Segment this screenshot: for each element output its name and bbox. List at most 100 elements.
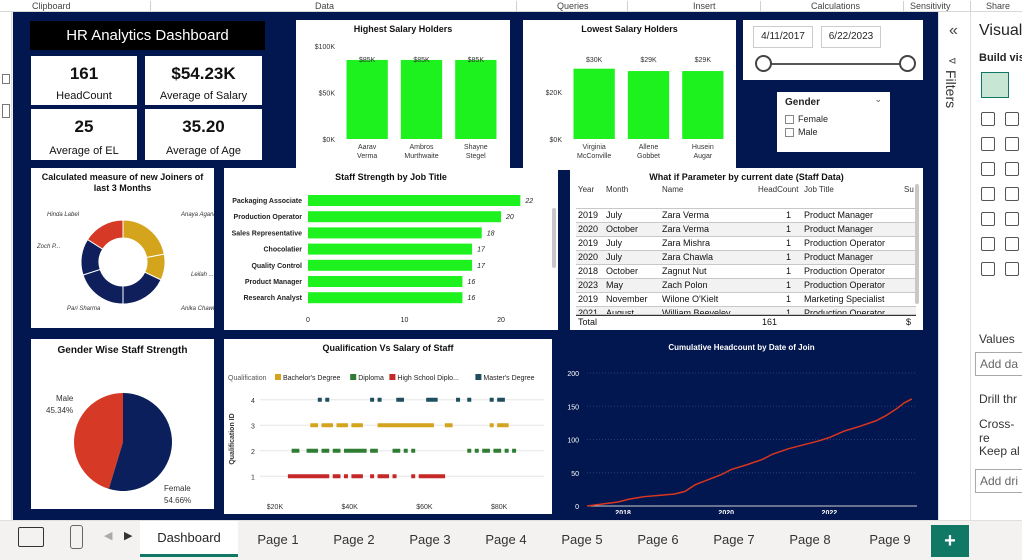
checkbox[interactable] (785, 114, 794, 124)
start-date-handle[interactable] (755, 55, 772, 72)
highest-salary-chart[interactable]: Highest Salary Holders $0K $50K $100K $85K A… (296, 20, 510, 170)
scatter-point (306, 474, 311, 479)
add-drill-field[interactable]: Add dri (975, 469, 1022, 493)
filters-pane[interactable]: « ⊲ Filters (938, 12, 970, 520)
filters-label[interactable]: Filters (943, 70, 959, 108)
column-header[interactable]: Month (606, 183, 628, 197)
table-row[interactable]: 2019 July Zara Verma 1 Product Manager (576, 209, 916, 223)
scatter-point (377, 423, 382, 428)
next-page-icon[interactable]: ▶ (124, 529, 132, 542)
table-cell: Production Operator (804, 308, 886, 315)
cumulative-headcount-chart[interactable]: Cumulative Headcount by Date of Join 0 50… (559, 339, 924, 517)
area-chart-icon[interactable] (1005, 137, 1019, 151)
scatter-point (429, 397, 434, 402)
x-tick-label: $80K (491, 504, 508, 511)
bar (308, 227, 482, 239)
end-date-handle[interactable] (899, 55, 916, 72)
table-cell: Production Operator (804, 266, 886, 276)
lowest-salary-chart[interactable]: Lowest Salary Holders $0K $20K $30K Virgini… (523, 20, 736, 170)
page-tab[interactable]: Dashboard (140, 521, 238, 557)
clustered-bar-icon[interactable] (1005, 112, 1019, 126)
slicer-option-male[interactable]: Male (785, 127, 818, 137)
scatter-point (422, 423, 427, 428)
column-chart-icon[interactable] (981, 162, 995, 176)
gender-pie-chart[interactable]: Gender Wise Staff Strength Male 45.34% Fem… (31, 339, 214, 509)
category-label: McConville (577, 153, 611, 160)
page-tab[interactable]: Page 8 (772, 521, 848, 557)
cross-report-label[interactable]: Cross-re (979, 417, 1022, 445)
kpi-card-average-salary[interactable]: $54.23K Average of Salary (145, 56, 262, 105)
line-chart-icon[interactable] (981, 137, 995, 151)
kpi-card-headcount[interactable]: 161 HeadCount (31, 56, 137, 105)
prev-page-icon[interactable]: ◀ (104, 529, 112, 542)
scatter-point (433, 474, 438, 479)
table-row[interactable]: 2019 November Wilone O'Kielt 1 Marketing Spe… (576, 293, 916, 307)
add-page-button[interactable]: + (931, 525, 969, 557)
scrollbar[interactable] (915, 184, 919, 304)
data-view-icon[interactable] (2, 74, 10, 84)
table-row[interactable]: 2020 July Zara Chawla 1 Product Manager (576, 251, 916, 265)
page-tab[interactable]: Page 2 (316, 521, 392, 557)
column-header[interactable]: Job Title (804, 183, 834, 197)
collapse-icon[interactable]: « (949, 22, 958, 40)
table-icon[interactable] (1005, 212, 1019, 226)
end-date-input[interactable]: 6/22/2023 (821, 26, 881, 48)
staff-strength-chart[interactable]: Staff Strength by Job Title Packaging As… (224, 168, 558, 330)
slicer-icon[interactable] (1005, 237, 1019, 251)
chart-title: Calculated measure of new Joiners of las… (41, 172, 204, 193)
new-joiners-donut[interactable]: Calculated measure of new Joiners of las… (31, 168, 214, 328)
funnel-icon[interactable] (1005, 187, 1019, 201)
add-data-field[interactable]: Add da (975, 352, 1022, 376)
table-visual-icon[interactable] (981, 72, 1009, 98)
table-row[interactable]: 2020 October Zara Verma 1 Product Manager (576, 223, 916, 237)
scatter-point (429, 474, 434, 479)
python-visual-icon[interactable] (981, 262, 995, 276)
card-icon[interactable] (981, 237, 995, 251)
kpi-card-average-el[interactable]: 25 Average of EL (31, 109, 137, 160)
table-cell: 1 (786, 210, 792, 220)
column-header[interactable]: Year (578, 183, 594, 197)
page-tab[interactable]: Page 4 (468, 521, 544, 557)
gender-slicer[interactable]: Gender ⌄ Female Male (777, 92, 890, 152)
table-cell: November (606, 294, 648, 304)
checkbox[interactable] (785, 127, 794, 137)
scatter-point (362, 448, 367, 453)
table-row[interactable]: 2018 October Zagnut Nut 1 Production Operato… (576, 265, 916, 279)
page-tab[interactable]: Page 6 (620, 521, 696, 557)
scrollbar[interactable] (552, 208, 556, 268)
staff-data-table[interactable]: What if Parameter by current date (Staff… (570, 168, 923, 330)
page-tabs-bar: ◀ ▶ Dashboard Page 1 Page 2 Page 3 Page 4 Pag… (0, 520, 1022, 560)
ribbon-group-insert: Insert (693, 1, 716, 11)
data-label: $30K (586, 57, 603, 64)
qualification-scatter[interactable]: Qualification Vs Salary of Staff Qualifi… (224, 339, 552, 514)
key-influencers-icon[interactable] (1005, 262, 1019, 276)
model-view-icon[interactable] (2, 104, 10, 118)
kpi-card-average-age[interactable]: 35.20 Average of Age (145, 109, 262, 160)
table-row[interactable]: 2021 August William Beeveley 1 Production Op… (576, 307, 916, 315)
date-slicer[interactable]: 4/11/2017 6/22/2023 (743, 20, 923, 80)
table-cell: Zagnut Nut (662, 266, 707, 276)
ribbon-chart-icon[interactable] (1005, 162, 1019, 176)
keep-all-filters-label[interactable]: Keep al (979, 444, 1020, 458)
column-header[interactable]: Su (904, 183, 914, 197)
page-tab[interactable]: Page 3 (392, 521, 468, 557)
page-tab[interactable]: Page 9 (848, 521, 932, 557)
page-tab[interactable]: Page 1 (240, 521, 316, 557)
start-date-input[interactable]: 4/11/2017 (753, 26, 813, 48)
column-header[interactable]: HeadCount (758, 183, 798, 197)
map-icon[interactable] (981, 187, 995, 201)
table-cell: 2021 (578, 308, 599, 315)
column-header[interactable]: Name (662, 183, 683, 197)
bar (400, 59, 443, 140)
table-row[interactable]: 2023 May Zach Polon 1 Production Operator (576, 279, 916, 293)
kpi-icon[interactable] (981, 212, 995, 226)
slicer-option-female[interactable]: Female (785, 114, 828, 124)
desktop-view-icon[interactable] (18, 527, 44, 547)
scatter-point (388, 423, 393, 428)
mobile-view-icon[interactable] (70, 525, 83, 549)
page-tab[interactable]: Page 7 (696, 521, 772, 557)
chevron-down-icon[interactable]: ⌄ (874, 94, 882, 105)
table-row[interactable]: 2019 July Zara Mishra 1 Production Operator (576, 237, 916, 251)
page-tab[interactable]: Page 5 (544, 521, 620, 557)
stacked-bar-icon[interactable] (981, 112, 995, 126)
